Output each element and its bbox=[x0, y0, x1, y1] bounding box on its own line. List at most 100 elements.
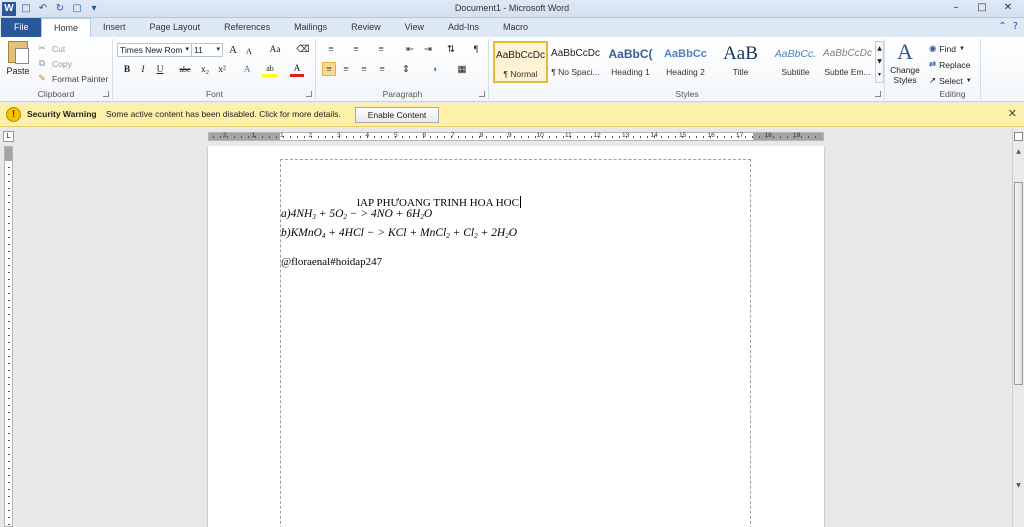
align-center-icon[interactable]: ≡ bbox=[339, 63, 353, 77]
strikethrough-button[interactable]: abc bbox=[176, 63, 194, 77]
tab-view[interactable]: View bbox=[393, 18, 436, 37]
style-title[interactable]: AaB Title bbox=[713, 41, 768, 83]
cut-button[interactable]: ✂ Cut bbox=[36, 41, 108, 56]
style-sample: AaBbCcDc bbox=[496, 50, 545, 61]
equation-b[interactable]: b)KMnO4 + 4HCl − > KCl + MnCl2 + Cl2 + 2… bbox=[281, 227, 517, 240]
document-page[interactable]: lAP PHƯOANG TRINH HOA HOC a)4NH3 + 5O2 −… bbox=[208, 146, 824, 527]
format-painter-button[interactable]: ✎ Format Painter bbox=[36, 71, 108, 86]
ruler-number: 9 bbox=[508, 132, 512, 139]
security-warning-message[interactable]: Some active content has been disabled. C… bbox=[106, 109, 341, 119]
ruler-tick bbox=[283, 136, 284, 138]
tab-home[interactable]: Home bbox=[41, 18, 92, 37]
horizontal-ruler[interactable]: 2112345678910111213141516171819 bbox=[208, 132, 824, 141]
grow-font-button[interactable]: A bbox=[226, 43, 240, 57]
ruler-tick bbox=[780, 136, 781, 138]
tab-add-ins[interactable]: Add-Ins bbox=[436, 18, 491, 37]
sort-icon[interactable]: ⇅ bbox=[444, 43, 458, 57]
equation-a[interactable]: a)4NH3 + 5O2 − > 4NO + 6H2O bbox=[281, 208, 432, 221]
copy-label: Copy bbox=[52, 58, 72, 69]
tab-references[interactable]: References bbox=[212, 18, 282, 37]
style-subtitle[interactable]: AaBbCc. Subtitle bbox=[768, 41, 823, 83]
shrink-font-button[interactable]: A bbox=[242, 44, 256, 58]
justify-icon[interactable]: ≡ bbox=[375, 63, 389, 77]
font-name-select[interactable]: Times New Rom ▾ bbox=[117, 43, 192, 57]
paragraph-dialog-launcher-icon[interactable] bbox=[479, 91, 485, 97]
ruler-tick bbox=[8, 167, 10, 168]
scroll-up-icon[interactable]: ▲ bbox=[1013, 146, 1024, 157]
bullets-icon[interactable]: ≡ bbox=[322, 43, 340, 57]
shading-icon[interactable]: ◐ bbox=[429, 63, 443, 77]
text-effects-button[interactable]: A bbox=[240, 63, 254, 77]
font-dialog-launcher-icon[interactable] bbox=[306, 91, 312, 97]
tab-macro[interactable]: Macro bbox=[491, 18, 540, 37]
clipboard-dialog-launcher-icon[interactable] bbox=[103, 91, 109, 97]
minimize-button[interactable]: – bbox=[944, 1, 968, 15]
paragraph-group: ≡ ≡ ≡ ⇤ ⇥ ⇅ ¶ ≡ ≡ ≡ ≡ ⇕ ◐ ▦ Paragraph bbox=[317, 39, 489, 100]
bold-button[interactable]: B bbox=[120, 63, 134, 77]
font-color-button[interactable]: A bbox=[290, 62, 304, 77]
find-button[interactable]: ◉ Find ▼ bbox=[929, 41, 965, 56]
document-area[interactable]: lAP PHƯOANG TRINH HOA HOC a)4NH3 + 5O2 −… bbox=[18, 146, 1012, 527]
superscript-button[interactable]: x² bbox=[215, 63, 229, 77]
vertical-scrollbar[interactable]: ▲ ▼ bbox=[1012, 128, 1024, 527]
window-controls: – □ ✕ bbox=[944, 1, 1020, 15]
style-heading-1[interactable]: AaBbC( Heading 1 bbox=[603, 41, 658, 83]
style-name: Subtitle bbox=[781, 67, 810, 77]
style-normal[interactable]: AaBbCcDc ¶ Normal bbox=[493, 41, 548, 83]
maximize-button[interactable]: □ bbox=[970, 1, 994, 15]
styles-dialog-launcher-icon[interactable] bbox=[875, 91, 881, 97]
styles-gallery-scroll[interactable]: ▲ ▼ ▾ bbox=[875, 41, 884, 83]
view-ruler-icon[interactable] bbox=[1014, 132, 1023, 141]
vertical-ruler[interactable] bbox=[4, 146, 13, 527]
font-size-select[interactable]: 11 ▾ bbox=[191, 43, 223, 57]
align-left-icon[interactable]: ≡ bbox=[322, 62, 336, 76]
change-case-button[interactable]: Aa bbox=[265, 43, 285, 57]
change-styles-button[interactable]: A Change Styles bbox=[888, 39, 922, 99]
tab-insert[interactable]: Insert bbox=[91, 18, 138, 37]
close-icon[interactable]: ✕ bbox=[1008, 107, 1017, 120]
ruler-tick bbox=[8, 419, 10, 420]
decrease-indent-icon[interactable]: ⇤ bbox=[403, 43, 417, 57]
highlight-button[interactable]: ab bbox=[262, 62, 278, 77]
signature-line[interactable]: @floraenal#hoidap247 bbox=[281, 256, 382, 268]
clear-formatting-icon[interactable]: ⌫ bbox=[296, 43, 310, 57]
show-marks-button[interactable]: ¶ bbox=[469, 43, 483, 57]
tab-selector-icon[interactable]: L bbox=[3, 131, 14, 142]
style-no-spacing[interactable]: AaBbCcDc ¶ No Spaci... bbox=[548, 41, 603, 83]
ruler-tick bbox=[717, 136, 718, 138]
subscript-button[interactable]: x₂ bbox=[198, 63, 212, 77]
scrollbar-thumb[interactable] bbox=[1014, 182, 1023, 385]
tab-file[interactable]: File bbox=[1, 18, 41, 37]
help-icon[interactable]: ? bbox=[1013, 21, 1018, 32]
minimize-ribbon-icon[interactable]: ⌃ bbox=[998, 21, 1006, 32]
ruler-tick bbox=[668, 136, 669, 138]
ruler-tick bbox=[577, 136, 578, 138]
paste-button[interactable]: Paste bbox=[4, 41, 32, 83]
borders-icon[interactable]: ▦ bbox=[455, 63, 469, 77]
ruler-tick bbox=[241, 136, 242, 138]
style-subtle-emphasis[interactable]: AaBbCcDc Subtle Em... bbox=[820, 41, 875, 83]
underline-button[interactable]: U bbox=[153, 63, 167, 77]
multilevel-list-icon[interactable]: ≡ bbox=[372, 43, 390, 57]
replace-button[interactable]: ⇄ Replace bbox=[929, 57, 970, 72]
italic-button[interactable]: I bbox=[136, 63, 150, 77]
numbering-icon[interactable]: ≡ bbox=[347, 43, 365, 57]
style-heading-2[interactable]: AaBbCc Heading 2 bbox=[658, 41, 713, 83]
chevron-down-icon: ▾ bbox=[185, 46, 189, 53]
align-right-icon[interactable]: ≡ bbox=[357, 63, 371, 77]
scroll-down-icon[interactable]: ▼ bbox=[1013, 480, 1024, 491]
tab-mailings[interactable]: Mailings bbox=[282, 18, 339, 37]
ruler-tick bbox=[8, 503, 10, 504]
copy-button[interactable]: ⧉ Copy bbox=[36, 56, 108, 71]
select-button[interactable]: ↗ Select ▼ bbox=[929, 73, 972, 88]
tab-review[interactable]: Review bbox=[339, 18, 393, 37]
window-title: Document1 - Microsoft Word bbox=[454, 3, 570, 13]
enable-content-button[interactable]: Enable Content bbox=[355, 107, 439, 123]
ruler-tick bbox=[8, 181, 10, 182]
increase-indent-icon[interactable]: ⇥ bbox=[421, 43, 435, 57]
close-button[interactable]: ✕ bbox=[996, 1, 1020, 15]
security-warning-bar[interactable]: ! Security Warning Some active content h… bbox=[0, 103, 1024, 127]
line-spacing-icon[interactable]: ⇕ bbox=[399, 63, 413, 77]
ruler-tick bbox=[8, 377, 10, 378]
tab-page-layout[interactable]: Page Layout bbox=[138, 18, 213, 37]
